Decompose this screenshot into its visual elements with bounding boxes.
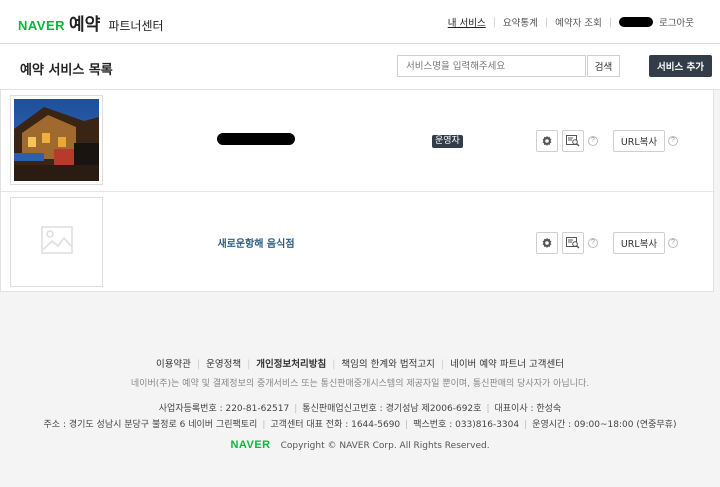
footer: 이용약관 | 운영정책 | 개인정보처리방침 | 책임의 한계와 법적고지 | 네이버 예약 파… — [0, 292, 720, 487]
nav-logout[interactable]: 로그아웃 — [659, 15, 694, 29]
service-search-input[interactable] — [397, 55, 586, 77]
footer-biz-reg: 사업자등록번호 : 220-81-62517 — [158, 404, 290, 414]
image-placeholder-icon — [40, 226, 73, 258]
footer-copyright: NAVER Copyright © NAVER Corp. All Rights … — [0, 439, 720, 451]
footer-divider: | — [332, 359, 336, 370]
footer-hours: 운영시간 : 09:00~18:00 (연중무휴) — [532, 420, 677, 430]
gear-icon — [541, 234, 553, 253]
footer-link-support[interactable]: 네이버 예약 파트너 고객센터 — [450, 359, 564, 370]
service-photo — [14, 99, 99, 181]
preview-help-icon[interactable]: ? — [588, 136, 598, 146]
service-list-toolbar: 예약 서비스 목록 검색 서비스 추가 — [0, 44, 720, 90]
redacted-service-name — [217, 133, 295, 145]
footer-ecommerce-reg: 통신판매업신고번호 : 경기성남 제2006-692호 — [302, 404, 482, 414]
nav-summary-stats[interactable]: 요약통계 — [503, 15, 538, 29]
redacted-username — [619, 17, 654, 27]
reservation-logo-text: 예약 — [69, 15, 101, 35]
footer-link-policy[interactable]: 운영정책 — [206, 359, 241, 370]
top-header: NAVER 예약 파트너센터 내 서비스 | 요약통계 | 예약자 조회 | 로… — [0, 0, 720, 44]
footer-company-info: 사업자등록번호 : 220-81-62517 | 통신판매업신고번호 : 경기성남 … — [0, 401, 720, 414]
preview-button[interactable] — [562, 130, 584, 152]
footer-contact-info: 주소 : 경기도 성남시 분당구 불정로 6 네이버 그린팩토리 | 고객센터 대표… — [0, 417, 720, 430]
footer-link-terms[interactable]: 이용약관 — [156, 359, 191, 370]
copy-url-button[interactable]: URL복사 — [613, 232, 665, 254]
footer-divider: | — [405, 420, 409, 430]
footer-link-privacy[interactable]: 개인정보처리방침 — [256, 359, 326, 370]
nav-divider: | — [544, 16, 549, 28]
nav-my-services[interactable]: 내 서비스 — [448, 15, 486, 29]
settings-button[interactable] — [536, 130, 558, 152]
status-badge: 운영자 — [432, 135, 463, 148]
footer-divider: | — [486, 404, 490, 414]
footer-link-legal[interactable]: 책임의 한계와 법적고지 — [341, 359, 434, 370]
copy-url-button[interactable]: URL복사 — [613, 130, 665, 152]
footer-divider: | — [262, 420, 266, 430]
service-row: 운영자 ? URL복사 ? — [1, 90, 715, 191]
service-name[interactable] — [101, 133, 411, 148]
search-button[interactable]: 검색 — [587, 55, 620, 77]
top-nav: 내 서비스 | 요약통계 | 예약자 조회 | 로그아웃 — [448, 15, 694, 30]
url-help-icon[interactable]: ? — [668, 238, 678, 248]
service-thumbnail-placeholder[interactable] — [10, 197, 103, 287]
copyright-text: Copyright © NAVER Corp. All Rights Reser… — [280, 441, 490, 451]
footer-divider: | — [196, 359, 201, 370]
naver-reservation-logo[interactable]: NAVER 예약 파트너센터 — [18, 10, 164, 35]
footer-divider: | — [524, 420, 528, 430]
footer-divider: | — [247, 359, 251, 370]
settings-button[interactable] — [536, 232, 558, 254]
page-title: 예약 서비스 목록 — [20, 63, 113, 78]
preview-help-icon[interactable]: ? — [588, 238, 598, 248]
nav-divider: | — [608, 16, 613, 28]
nav-divider: | — [492, 16, 496, 28]
footer-notice: 네이버(주)는 예약 및 결제정보의 중개서비스 또는 통신판매중개시스템의 제… — [130, 379, 590, 389]
add-service-button[interactable]: 서비스 추가 — [649, 55, 712, 77]
footer-ceo: 대표이사 : 한성숙 — [494, 404, 562, 414]
footer-divider: | — [440, 359, 445, 370]
footer-links: 이용약관 | 운영정책 | 개인정보처리방침 | 책임의 한계와 법적고지 | 네이버 예약 파… — [0, 356, 720, 370]
footer-address: 주소 : 경기도 성남시 분당구 불정로 6 네이버 그린팩토리 — [43, 420, 258, 430]
gear-icon — [541, 132, 553, 151]
partner-center-text: 파트너센터 — [108, 19, 164, 33]
footer-divider: | — [294, 404, 298, 414]
preview-button[interactable] — [562, 232, 584, 254]
service-thumbnail[interactable] — [10, 95, 103, 185]
url-help-icon[interactable]: ? — [668, 136, 678, 146]
service-list: 운영자 ? URL복사 ? 새로운항해 음식점 ? URL복사 ? — [0, 90, 715, 292]
nav-booker-lookup[interactable]: 예약자 조회 — [555, 15, 602, 29]
service-name[interactable]: 새로운항해 음식점 — [101, 235, 411, 250]
footer-phone: 고객센터 대표 전화 : 1644-5690 — [270, 420, 401, 430]
preview-search-icon — [566, 234, 580, 253]
naver-logo-text: NAVER — [18, 18, 66, 33]
footer-fax: 팩스번호 : 033)816-3304 — [413, 420, 520, 430]
service-row: 새로운항해 음식점 ? URL복사 ? — [1, 191, 715, 292]
preview-search-icon — [566, 132, 580, 151]
footer-naver-logo[interactable]: NAVER — [230, 439, 270, 451]
